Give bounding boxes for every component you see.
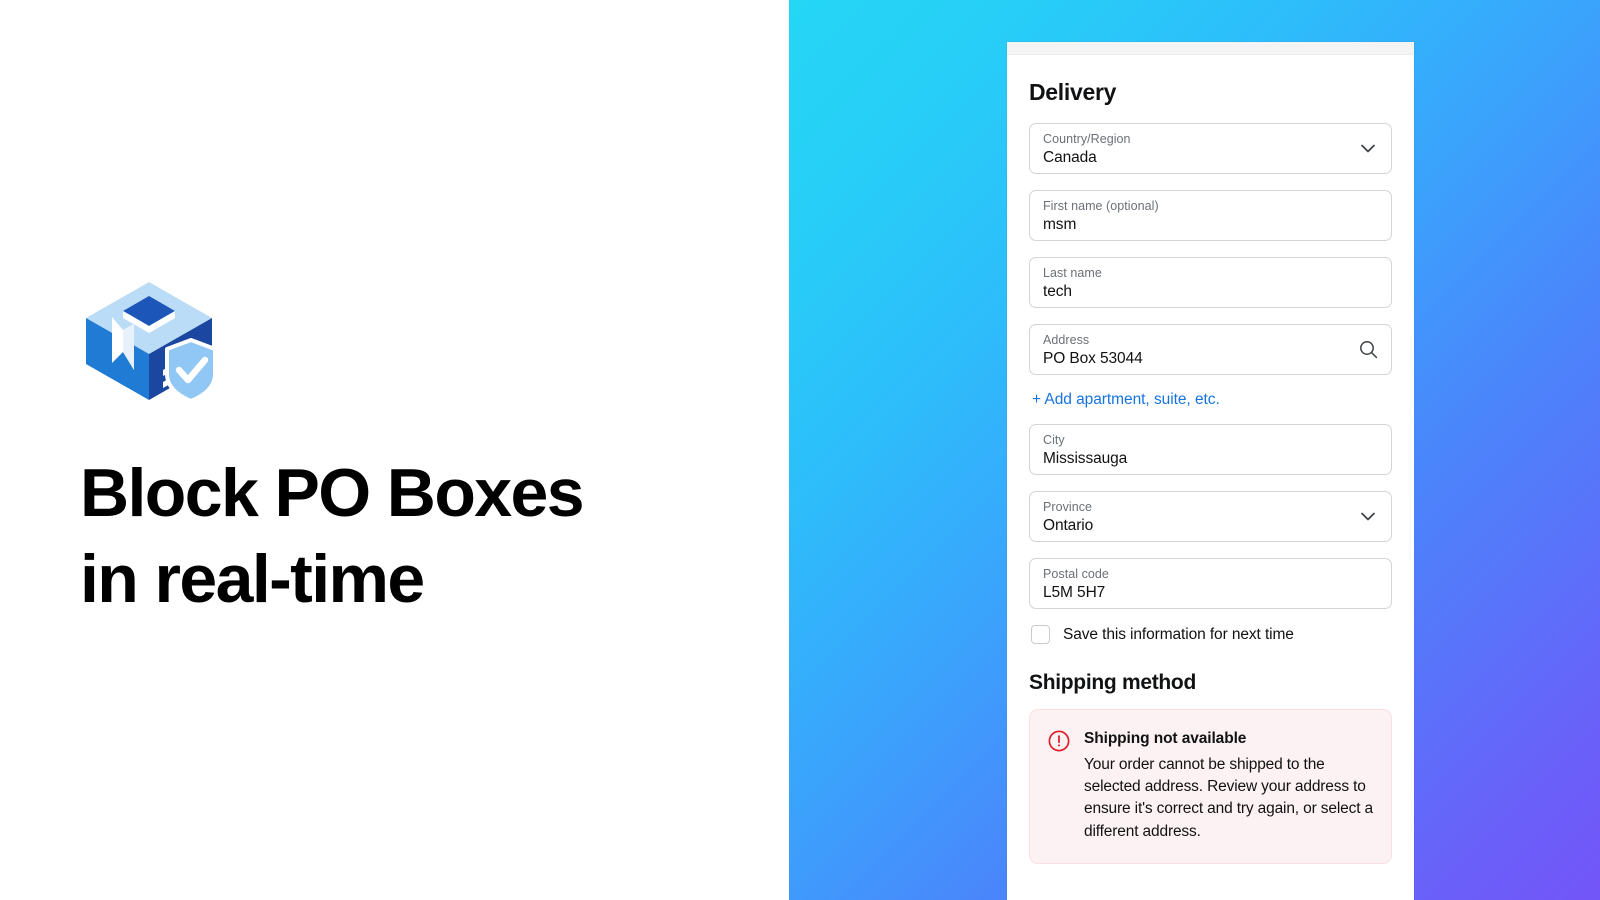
province-label: Province [1043, 500, 1093, 514]
save-info-label: Save this information for next time [1063, 625, 1294, 643]
headline-line-1: Block PO Boxes [80, 455, 585, 531]
error-content: Shipping not available Your order cannot… [1084, 728, 1373, 843]
package-box-shield-icon [79, 278, 219, 408]
postal-code-label: Postal code [1043, 567, 1109, 581]
last-name-value: tech [1043, 283, 1072, 300]
marketing-headline: Block PO Boxes in real-time [80, 450, 720, 622]
chevron-down-icon[interactable] [1358, 507, 1378, 527]
first-name-label: First name (optional) [1043, 199, 1159, 213]
delivery-section-title: Delivery [1029, 79, 1117, 105]
first-name-value: msm [1043, 216, 1077, 233]
page-root: Block PO Boxes in real-time Delivery Cou… [0, 0, 1600, 900]
province-field[interactable]: Province Ontario [1029, 491, 1392, 542]
city-label: City [1043, 433, 1065, 447]
last-name-field[interactable]: Last name tech [1029, 257, 1392, 308]
card-body: Delivery Country/Region Canada First nam… [1007, 55, 1414, 864]
headline-line-2: in real-time [80, 541, 425, 617]
add-apartment-link[interactable]: + Add apartment, suite, etc. [1032, 391, 1220, 409]
address-value: PO Box 53044 [1043, 350, 1143, 367]
marketing-panel: Block PO Boxes in real-time [0, 0, 789, 900]
country-region-field[interactable]: Country/Region Canada [1029, 123, 1392, 174]
address-field[interactable]: Address PO Box 53044 [1029, 324, 1392, 375]
city-value: Mississauga [1043, 450, 1128, 467]
chevron-down-icon[interactable] [1358, 139, 1378, 159]
save-info-checkbox[interactable] [1031, 625, 1050, 644]
last-name-label: Last name [1043, 266, 1102, 280]
error-circle-icon [1048, 730, 1070, 757]
checkout-card: Delivery Country/Region Canada First nam… [1007, 42, 1414, 900]
error-title: Shipping not available [1084, 730, 1247, 747]
postal-code-value: L5M 5H7 [1043, 584, 1106, 601]
shipping-error-banner: Shipping not available Your order cannot… [1029, 709, 1392, 864]
search-icon[interactable] [1358, 340, 1378, 360]
card-top-strip [1007, 42, 1414, 55]
postal-code-field[interactable]: Postal code L5M 5H7 [1029, 558, 1392, 609]
province-value: Ontario [1043, 517, 1094, 534]
shipping-section-title: Shipping method [1029, 671, 1196, 694]
save-info-row[interactable]: Save this information for next time [1031, 625, 1392, 644]
address-label: Address [1043, 333, 1090, 347]
country-region-label: Country/Region [1043, 132, 1131, 146]
first-name-field[interactable]: First name (optional) msm [1029, 190, 1392, 241]
city-field[interactable]: City Mississauga [1029, 424, 1392, 475]
error-message: Your order cannot be shipped to the sele… [1084, 756, 1373, 840]
country-region-value: Canada [1043, 149, 1097, 166]
